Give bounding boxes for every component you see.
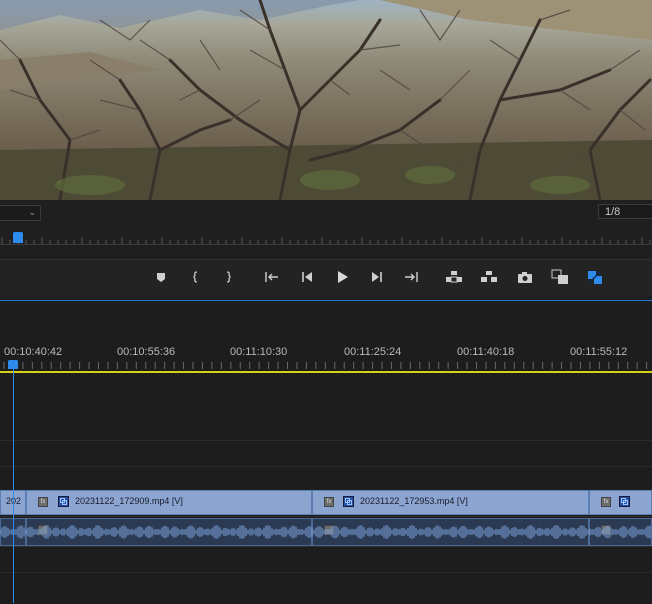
zoom-level-dropdown[interactable]: ⌄ <box>0 205 41 221</box>
track-divider <box>0 516 652 517</box>
chevron-down-icon: ⌄ <box>28 207 36 217</box>
ruler-timecode: 00:10:40:42 <box>4 346 63 358</box>
playback-resolution-dropdown[interactable]: 1/8 <box>598 204 652 219</box>
lift-icon <box>446 271 462 283</box>
monitor-playhead[interactable] <box>13 232 23 243</box>
audio-clip[interactable] <box>312 518 589 546</box>
export-frame-button[interactable] <box>515 268 535 286</box>
proxy-toggle-button[interactable] <box>585 268 605 286</box>
go-to-out-icon <box>405 272 418 282</box>
program-monitor-video <box>0 0 652 200</box>
track-divider <box>0 572 652 573</box>
mark-out-button[interactable] <box>218 268 238 286</box>
play-icon <box>338 271 348 283</box>
timeline-panel <box>0 300 652 604</box>
playhead-line <box>13 369 14 603</box>
go-to-in-icon <box>265 272 278 282</box>
step-forward-icon <box>372 272 382 282</box>
video-clip[interactable]: fx <box>589 490 652 515</box>
video-clip[interactable]: fx 20231122_172909.mp4 [V] <box>26 490 312 515</box>
step-back-icon <box>302 272 312 282</box>
fx-badge-icon <box>601 525 611 535</box>
tree-landscape-image <box>0 0 652 200</box>
step-forward-button[interactable] <box>367 268 387 286</box>
mark-out-icon <box>226 271 231 283</box>
monitor-time-ruler[interactable] <box>0 230 652 246</box>
clip-label: 20231122_172953.mp4 [V] <box>360 496 468 506</box>
link-icon <box>619 496 630 507</box>
audio-clip[interactable] <box>26 518 312 546</box>
mark-in-icon <box>193 271 198 283</box>
fx-badge-icon: fx <box>601 497 611 507</box>
ruler-timecode: 00:10:55:36 <box>117 346 176 358</box>
fx-badge-icon <box>324 525 334 535</box>
link-icon <box>343 496 354 507</box>
step-back-button[interactable] <box>297 268 317 286</box>
extract-button[interactable] <box>479 268 499 286</box>
fx-badge-icon: fx <box>324 497 334 507</box>
track-divider <box>0 546 652 547</box>
track-divider <box>0 440 652 441</box>
timeline-playhead[interactable] <box>8 360 18 369</box>
comparison-view-button[interactable] <box>550 268 570 286</box>
play-button[interactable] <box>332 268 352 286</box>
fx-badge-icon <box>38 525 48 535</box>
add-marker-button[interactable] <box>151 268 171 286</box>
comparison-icon <box>551 269 568 284</box>
video-clip[interactable]: fx 20231122_172953.mp4 [V] <box>312 490 589 515</box>
timeline-ruler-ticks[interactable] <box>0 359 652 371</box>
mark-in-button[interactable] <box>186 268 206 286</box>
extract-icon <box>481 271 497 282</box>
camera-icon <box>518 272 532 283</box>
go-to-in-button[interactable] <box>262 268 282 286</box>
go-to-out-button[interactable] <box>401 268 421 286</box>
proxy-icon <box>588 270 602 284</box>
lift-button[interactable] <box>444 268 464 286</box>
audio-clip[interactable] <box>589 518 652 546</box>
fx-badge-icon: fx <box>38 497 48 507</box>
link-icon <box>58 496 69 507</box>
track-divider <box>0 466 652 467</box>
work-area-bar[interactable] <box>0 371 652 373</box>
ruler-timecode: 00:11:25:24 <box>344 346 402 358</box>
marker-icon <box>157 273 165 282</box>
ruler-timecode: 00:11:40:18 <box>457 346 515 358</box>
ruler-timecode: 00:11:55:12 <box>570 346 628 358</box>
ruler-timecode: 00:11:10:30 <box>230 346 288 358</box>
clip-label: 20231122_172909.mp4 [V] <box>75 496 183 506</box>
